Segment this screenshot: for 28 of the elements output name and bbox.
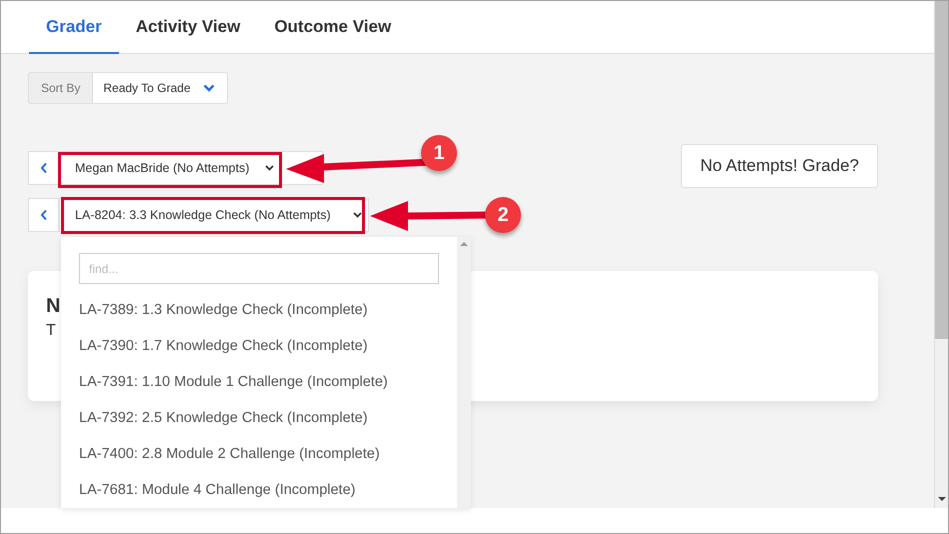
- tab[interactable]: Outcome View: [257, 1, 408, 54]
- grade-button[interactable]: No Attempts! Grade?: [681, 144, 878, 188]
- activity-dropdown[interactable]: LA-8204: 3.3 Knowledge Check (No Attempts): [59, 198, 369, 232]
- chevron-left-icon: [40, 209, 48, 221]
- learner-dropdown[interactable]: Megan MacBride (No Attempts): [59, 151, 281, 185]
- card-title: N: [46, 295, 60, 318]
- dropdown-option[interactable]: LA-7400: 2.8 Module 2 Challenge (Incomplete): [79, 436, 439, 472]
- dropdown-option[interactable]: LA-7389: 1.3 Knowledge Check (Incomplete): [79, 292, 439, 328]
- scrollbar-thumb[interactable]: [935, 1, 948, 339]
- chevron-down-icon: [202, 84, 215, 92]
- tab[interactable]: Activity View: [118, 1, 258, 54]
- dropdown-option[interactable]: LA-7392: 2.5 Knowledge Check (Incomplete): [79, 400, 439, 436]
- sort-dropdown[interactable]: Ready To Grade: [92, 72, 228, 104]
- search-field[interactable]: find...: [79, 253, 439, 284]
- caret-icon: [353, 212, 362, 218]
- dropdown-option[interactable]: LA-7681: Module 4 Challenge (Incomplete): [79, 472, 439, 508]
- number-badge: 2: [485, 197, 521, 233]
- chevron-left-icon: [40, 162, 48, 174]
- number-badge: 1: [421, 135, 457, 171]
- previous-button[interactable]: [28, 198, 59, 232]
- dropdown-option[interactable]: LA-7390: 1.7 Knowledge Check (Incomplete): [79, 328, 439, 364]
- tab[interactable]: Grader: [29, 1, 119, 54]
- scroll-down-icon[interactable]: [937, 496, 947, 502]
- dropdown-option[interactable]: LA-7391: 1.10 Module 1 Challenge (Incomplete): [79, 364, 439, 400]
- previous-button[interactable]: [28, 151, 59, 185]
- card-text: T: [46, 322, 56, 340]
- sort-label: Sort By: [28, 72, 92, 104]
- caret-icon: [265, 165, 274, 171]
